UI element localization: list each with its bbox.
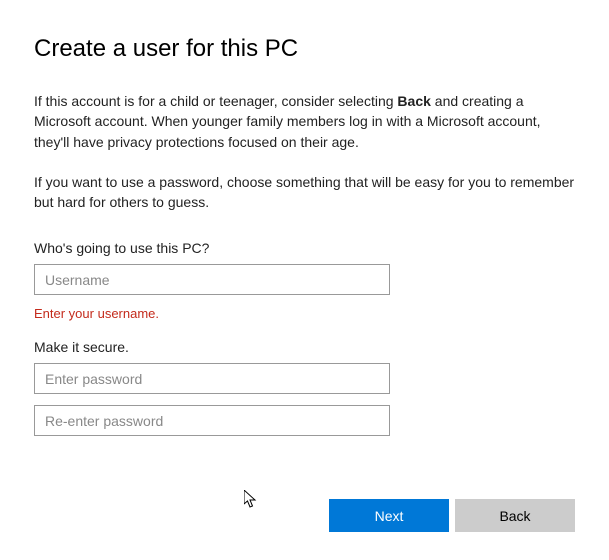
password-section-label: Make it secure. [34,339,575,355]
intro-paragraph-1: If this account is for a child or teenag… [34,91,575,152]
username-error: Enter your username. [34,306,575,321]
button-bar: Next Back [329,499,575,532]
username-input[interactable] [34,264,390,295]
intro-paragraph-2: If you want to use a password, choose so… [34,172,575,213]
cursor-icon [244,490,260,510]
intro-text-a: If this account is for a child or teenag… [34,93,397,109]
password-confirm-input[interactable] [34,405,390,436]
page-title: Create a user for this PC [34,35,575,63]
next-button[interactable]: Next [329,499,449,532]
intro-text-bold: Back [397,93,430,109]
username-section-label: Who's going to use this PC? [34,240,575,256]
back-button[interactable]: Back [455,499,575,532]
password-input[interactable] [34,363,390,394]
